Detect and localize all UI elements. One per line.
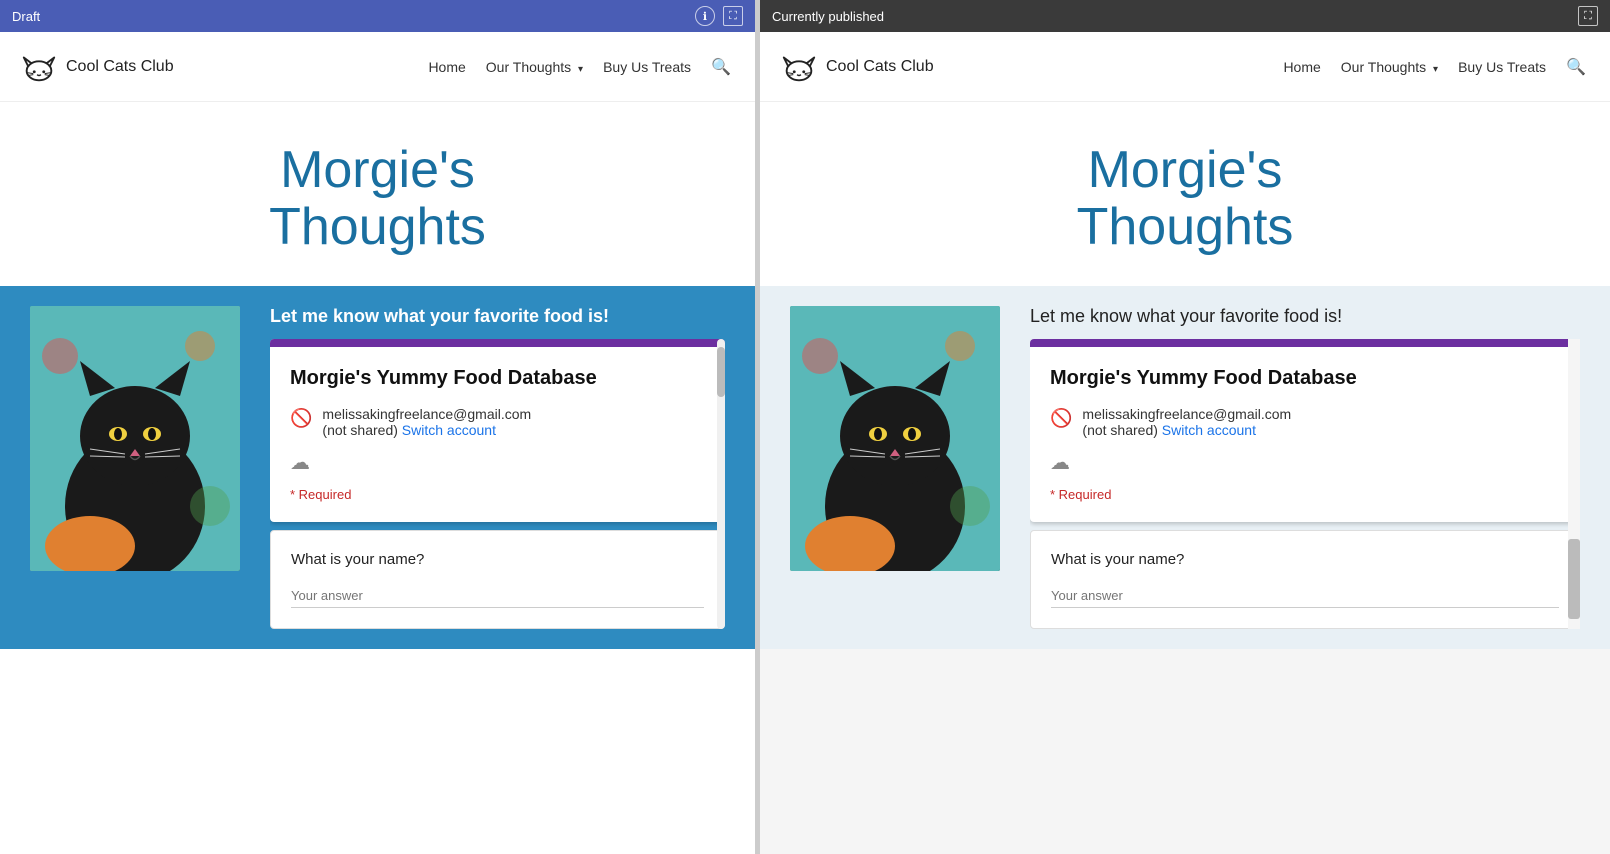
- cat-photo-left: [30, 306, 240, 571]
- right-navbar-links: Home Our Thoughts ▾ Buy Us Treats: [1283, 59, 1546, 75]
- right-form-card: Morgie's Yummy Food Database 🚫 melissaki…: [1030, 339, 1580, 522]
- right-content-section: Let me know what your favorite food is! …: [760, 286, 1610, 649]
- left-scrollbar-thumb: [717, 347, 725, 397]
- left-form-card-body: Morgie's Yummy Food Database 🚫 melissaki…: [270, 347, 725, 522]
- right-brand[interactable]: Cool Cats Club: [780, 48, 934, 86]
- right-nav-treats[interactable]: Buy Us Treats: [1458, 59, 1546, 75]
- left-question-label: What is your name?: [291, 551, 704, 568]
- left-question-card: What is your name?: [270, 530, 725, 629]
- left-form-card-header: [270, 339, 725, 347]
- left-answer-input[interactable]: [291, 584, 704, 608]
- expand-icon-left[interactable]: ⛶: [723, 6, 743, 26]
- draft-label: Draft: [12, 9, 40, 24]
- published-icons: ⛶: [1578, 6, 1598, 26]
- left-cloud-row: ☁: [290, 450, 705, 475]
- cat-logo-right: [780, 48, 818, 86]
- published-label: Currently published: [772, 9, 884, 24]
- right-account-text: melissakingfreelance@gmail.com (not shar…: [1082, 406, 1291, 438]
- left-cat-image: [30, 306, 240, 571]
- right-hero-title: Morgie's Thoughts: [780, 142, 1590, 256]
- right-scrollbar-track[interactable]: [1568, 339, 1580, 629]
- right-answer-input[interactable]: [1051, 584, 1559, 608]
- left-brand-name: Cool Cats Club: [66, 58, 174, 76]
- right-question-card: What is your name?: [1030, 530, 1580, 629]
- thoughts-dropdown-arrow-right: ▾: [1433, 64, 1438, 75]
- left-switch-account[interactable]: Switch account: [402, 422, 496, 438]
- right-hero: Morgie's Thoughts: [760, 102, 1610, 286]
- right-question-label: What is your name?: [1051, 551, 1559, 568]
- expand-icon-right[interactable]: ⛶: [1578, 6, 1598, 26]
- right-form-area: Let me know what your favorite food is! …: [1030, 306, 1580, 629]
- top-bar-published: Currently published ⛶: [760, 0, 1610, 32]
- right-form-card-body: Morgie's Yummy Food Database 🚫 melissaki…: [1030, 347, 1580, 522]
- info-icon[interactable]: ℹ: [695, 6, 715, 26]
- left-content-section: Let me know what your favorite food is! …: [0, 286, 755, 649]
- left-scrollbar-track[interactable]: [717, 339, 725, 629]
- right-brand-name: Cool Cats Club: [826, 58, 934, 76]
- left-form-area: Let me know what your favorite food is! …: [270, 306, 725, 629]
- right-nav-home[interactable]: Home: [1283, 59, 1320, 75]
- left-nav-home[interactable]: Home: [428, 59, 465, 75]
- right-cloud-row: ☁: [1050, 450, 1560, 475]
- left-form-prompt: Let me know what your favorite food is!: [270, 306, 725, 327]
- right-search-button[interactable]: 🔍: [1562, 53, 1590, 81]
- right-scrollbar-thumb: [1568, 539, 1580, 619]
- draft-icons: ℹ ⛶: [695, 6, 743, 26]
- right-account-row: 🚫 melissakingfreelance@gmail.com (not sh…: [1050, 406, 1560, 438]
- right-form-scroll[interactable]: Morgie's Yummy Food Database 🚫 melissaki…: [1030, 339, 1580, 629]
- thoughts-dropdown-arrow-left: ▾: [578, 64, 583, 75]
- left-navbar-links: Home Our Thoughts ▾ Buy Us Treats: [428, 59, 691, 75]
- cloud-icon-left: ☁: [290, 450, 310, 475]
- left-navbar: Cool Cats Club Home Our Thoughts ▾ Buy U…: [0, 32, 755, 102]
- eye-off-icon-left: 🚫: [290, 408, 312, 429]
- left-account-text: melissakingfreelance@gmail.com (not shar…: [322, 406, 531, 438]
- left-nav-thoughts[interactable]: Our Thoughts ▾: [486, 59, 583, 75]
- eye-off-icon-right: 🚫: [1050, 408, 1072, 429]
- cat-logo-left: [20, 48, 58, 86]
- left-account-row: 🚫 melissakingfreelance@gmail.com (not sh…: [290, 406, 705, 438]
- right-form-card-header: [1030, 339, 1580, 347]
- left-form-card: Morgie's Yummy Food Database 🚫 melissaki…: [270, 339, 725, 522]
- right-navbar: Cool Cats Club Home Our Thoughts ▾ Buy U…: [760, 32, 1610, 102]
- left-required-text: * Required: [290, 487, 705, 502]
- panel-divider: [755, 0, 760, 854]
- right-form-prompt: Let me know what your favorite food is!: [1030, 306, 1580, 327]
- left-search-button[interactable]: 🔍: [707, 53, 735, 81]
- cat-photo-right: [790, 306, 1000, 571]
- left-hero-title: Morgie's Thoughts: [20, 142, 735, 256]
- right-cat-image: [790, 306, 1000, 571]
- left-nav-treats[interactable]: Buy Us Treats: [603, 59, 691, 75]
- left-brand[interactable]: Cool Cats Club: [20, 48, 174, 86]
- right-nav-thoughts[interactable]: Our Thoughts ▾: [1341, 59, 1438, 75]
- left-hero: Morgie's Thoughts: [0, 102, 755, 286]
- cloud-icon-right: ☁: [1050, 450, 1070, 475]
- panels-container: Cool Cats Club Home Our Thoughts ▾ Buy U…: [0, 32, 1610, 854]
- left-form-title: Morgie's Yummy Food Database: [290, 367, 705, 390]
- right-panel: Cool Cats Club Home Our Thoughts ▾ Buy U…: [760, 32, 1610, 854]
- right-required-text: * Required: [1050, 487, 1560, 502]
- right-form-title: Morgie's Yummy Food Database: [1050, 367, 1560, 390]
- left-panel: Cool Cats Club Home Our Thoughts ▾ Buy U…: [0, 32, 755, 854]
- left-form-scroll[interactable]: Morgie's Yummy Food Database 🚫 melissaki…: [270, 339, 725, 629]
- top-bar-draft: Draft ℹ ⛶: [0, 0, 755, 32]
- right-switch-account[interactable]: Switch account: [1162, 422, 1256, 438]
